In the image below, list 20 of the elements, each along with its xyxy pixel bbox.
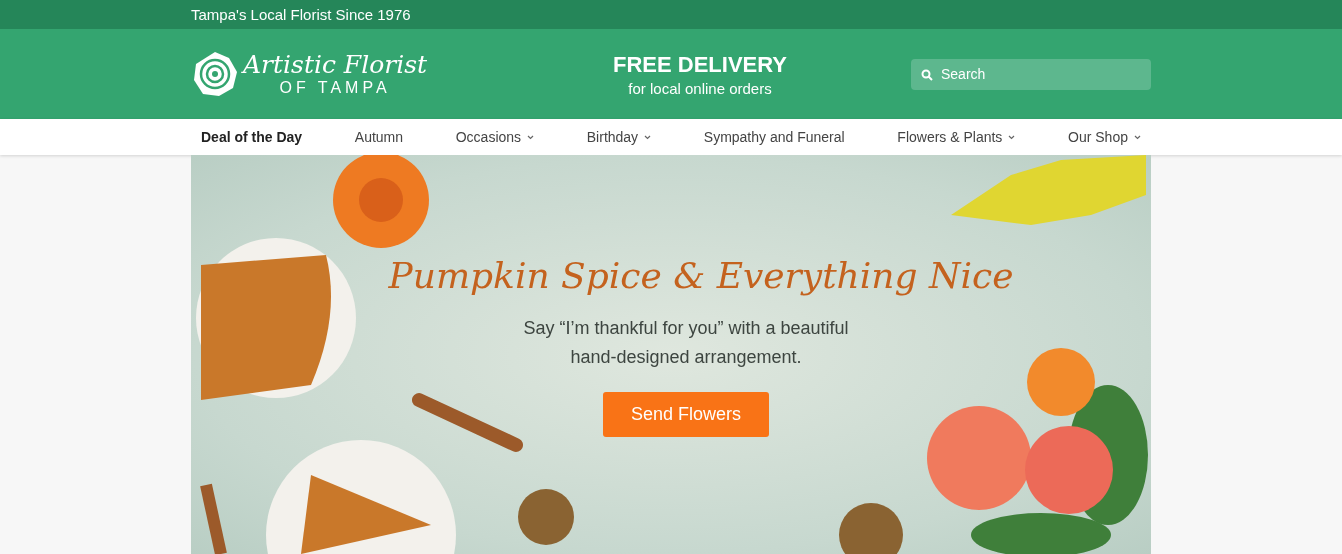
caret-icon [644,134,652,140]
tagline: Tampa's Local Florist Since 1976 [191,6,411,23]
nav-link[interactable]: Birthday [586,129,652,145]
rose-logo-icon[interactable] [191,50,239,98]
pinecone-drawing [839,503,903,554]
promo-subtitle: for local online orders [628,79,772,97]
caret-icon [1134,134,1141,140]
nav-link[interactable]: Our Shop [1068,129,1141,145]
nav-link[interactable]: Sympathy and Funeral [703,129,845,145]
nav-link[interactable]: Occasions [455,129,535,145]
nav-link[interactable]: Autumn [354,129,404,145]
caret-icon [1008,134,1016,140]
hero-text: Say “I’m thankful for you” with a beautiful hand-designed arrangement. [522,317,850,369]
caret-icon [527,134,535,140]
search-field[interactable]: Search [911,58,1151,90]
nav-link[interactable]: Flowers & Plants [897,129,1016,145]
pinecone-drawing [518,489,574,545]
hero-headline: Pumpkin Spice & Everything Nice [388,255,1014,296]
nav-link[interactable]: Deal of the Day [201,129,303,145]
promo-title: FREE DELIVERY [613,51,787,78]
